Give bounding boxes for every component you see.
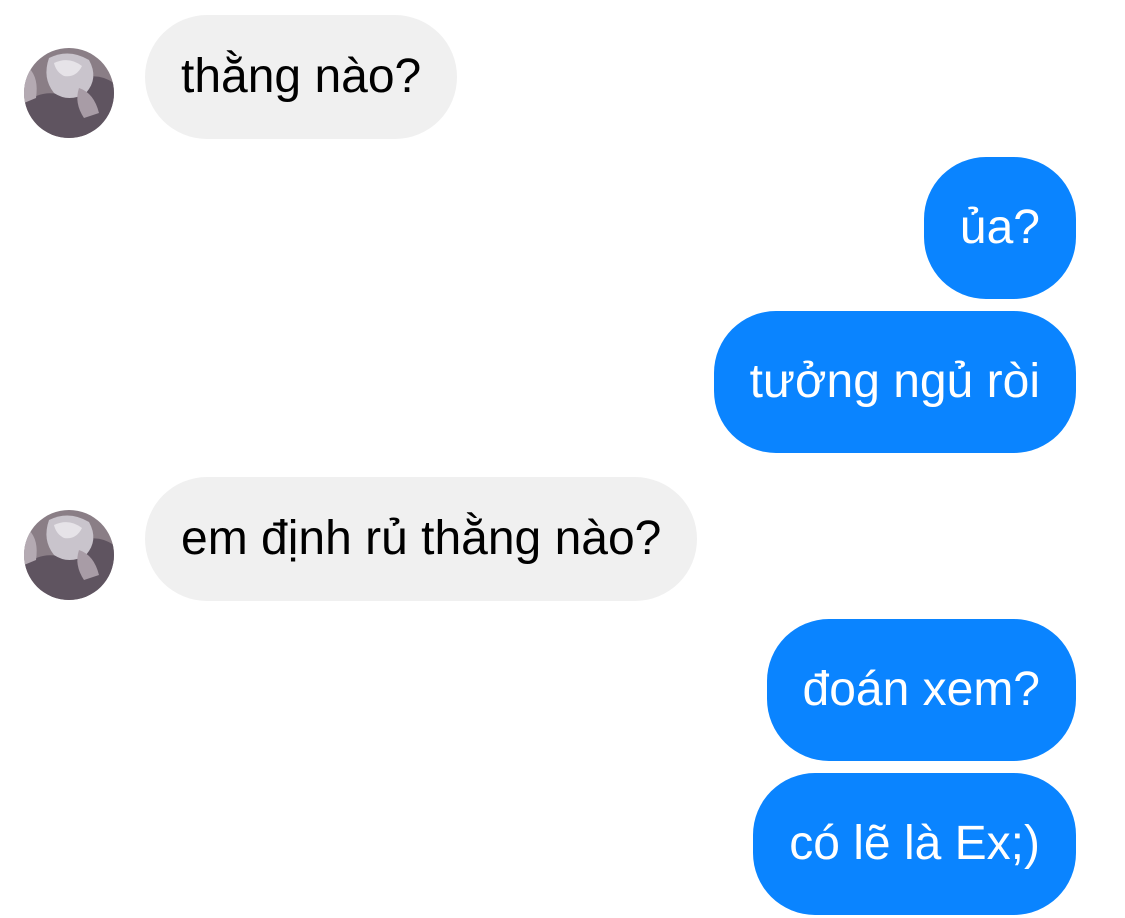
avatar-image — [24, 48, 114, 138]
message-text: ủa? — [959, 201, 1040, 254]
contact-avatar[interactable] — [24, 48, 114, 138]
outgoing-message-bubble[interactable]: tưởng ngủ ròi — [713, 311, 1076, 453]
message-text: tưởng ngủ ròi — [749, 355, 1040, 408]
outgoing-message-bubble[interactable]: có lẽ là Ex;) — [753, 773, 1076, 915]
outgoing-message-bubble[interactable]: ủa? — [923, 157, 1076, 299]
message-text: em định rủ thằng nào? — [181, 512, 662, 565]
incoming-message-bubble[interactable]: thằng nào? — [145, 15, 458, 139]
message-text: thằng nào? — [181, 50, 422, 103]
contact-avatar[interactable] — [24, 510, 114, 600]
message-text: đoán xem? — [802, 663, 1041, 716]
incoming-message-bubble[interactable]: em định rủ thằng nào? — [145, 477, 698, 601]
outgoing-message-bubble[interactable]: đoán xem? — [766, 619, 1076, 761]
message-text: có lẽ là Ex;) — [789, 817, 1040, 870]
avatar-image — [24, 510, 114, 600]
